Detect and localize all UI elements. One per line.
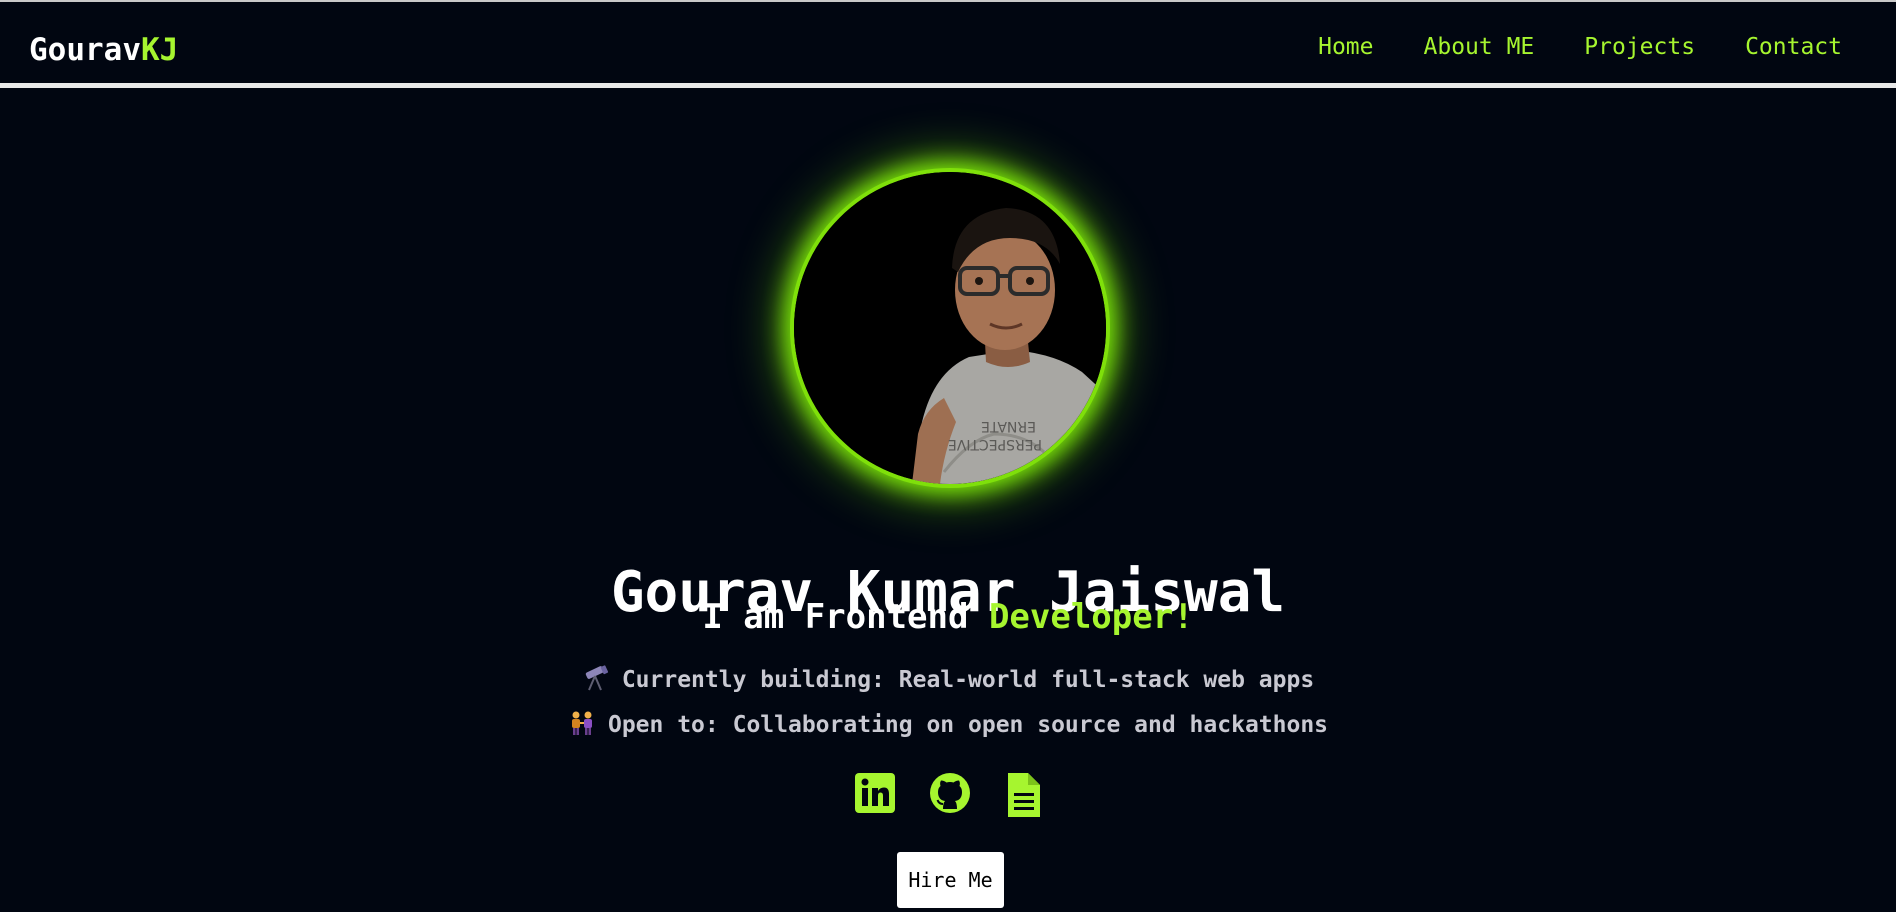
resume-document-icon <box>1008 773 1040 817</box>
nav-contact-link[interactable]: Contact <box>1745 31 1842 63</box>
svg-text:PERSPECTIVE: PERSPECTIVE <box>948 436 1042 452</box>
nav-about-link[interactable]: About ME <box>1424 31 1535 63</box>
hire-me-button[interactable]: Hire Me <box>897 852 1004 908</box>
nav-home-link[interactable]: Home <box>1318 31 1373 63</box>
resume-link[interactable] <box>1002 771 1046 819</box>
people-holding-hands-icon <box>571 711 592 735</box>
open-to-line: Open to: Collaborating on open source an… <box>0 710 1896 740</box>
navbar: GouravKJ Home About ME Projects Contact <box>0 2 1896 88</box>
currently-building-line: Currently building: Real-world full-stac… <box>0 665 1896 695</box>
nav-projects-link[interactable]: Projects <box>1584 31 1695 63</box>
currently-building-text: Currently building: Real-world full-stac… <box>621 667 1315 693</box>
page: GouravKJ Home About ME Projects Contact <box>0 0 1896 912</box>
nav-links: Home About ME Projects Contact <box>1268 31 1842 63</box>
brand-name-part2: KJ <box>140 32 179 68</box>
github-link[interactable] <box>928 771 972 819</box>
hero-role-prefix: I am Frontend <box>702 597 989 637</box>
profile-photo: ERNATE PERSPECTIVE <box>794 172 1106 484</box>
linkedin-icon <box>855 773 895 813</box>
github-icon <box>930 773 970 813</box>
svg-text:ERNATE: ERNATE <box>981 418 1036 434</box>
brand-logo[interactable]: GouravKJ <box>29 30 178 70</box>
open-to-text: Open to: Collaborating on open source an… <box>607 712 1329 738</box>
brand-name-part1: Gourav <box>29 32 141 68</box>
hero-role: I am Frontend Developer! <box>0 596 1896 638</box>
profile-photo-portrait: ERNATE PERSPECTIVE <box>794 172 1106 484</box>
social-links <box>852 771 1052 819</box>
linkedin-link[interactable] <box>854 771 898 819</box>
hero-role-highlight: Developer! <box>988 597 1194 637</box>
telescope-icon <box>585 665 608 691</box>
